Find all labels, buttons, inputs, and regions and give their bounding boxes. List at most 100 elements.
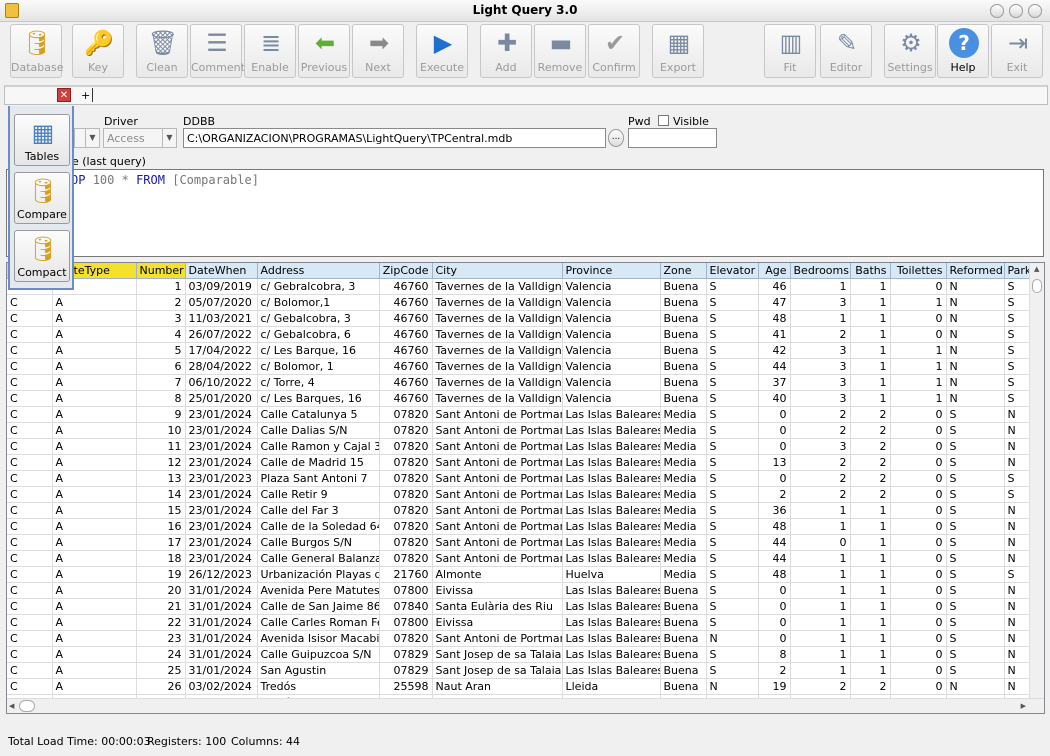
table-cell[interactable]: c/ Bolomor, 1 (257, 358, 380, 375)
table-cell[interactable]: 11/03/2021 (185, 310, 258, 327)
table-row[interactable]: CA1823/01/2024Calle General Balanzat 307… (7, 550, 1044, 567)
column-header[interactable]: Baths (850, 263, 891, 279)
table-cell[interactable]: Las Islas Baleares (562, 454, 661, 471)
table-cell[interactable]: 1 (790, 614, 851, 631)
table-cell[interactable]: Calle Ramon y Cajal 32 (257, 438, 380, 455)
table-cell[interactable]: 1 (850, 550, 891, 567)
table-cell[interactable]: 28/04/2022 (185, 358, 258, 375)
table-cell[interactable]: 44 (758, 358, 791, 375)
table-row[interactable]: C A 6 28/04/2022 c/ Bolomor, 1 46760 Tavernes … (7, 358, 1044, 375)
table-cell[interactable]: C (7, 598, 53, 615)
table-cell[interactable]: S (706, 534, 759, 551)
visible-checkbox[interactable] (658, 115, 669, 126)
table-row[interactable]: C A 5 17/04/2022 c/ Les Barque, 16 46760 Taver… (7, 342, 1044, 359)
table-cell[interactable]: 37 (758, 374, 791, 391)
table-cell[interactable]: 0 (890, 406, 947, 423)
table-cell[interactable]: N (946, 342, 1005, 359)
table-cell[interactable]: 31/01/2024 (185, 662, 258, 679)
table-cell[interactable]: A (52, 310, 137, 327)
table-cell[interactable]: 2 (136, 294, 186, 311)
column-header[interactable]: ZipCode (379, 263, 433, 279)
table-cell[interactable]: A (52, 518, 137, 535)
table-cell[interactable]: C (7, 486, 53, 503)
table-cell[interactable]: Sant Josep de sa Talaia (432, 646, 563, 663)
table-cell[interactable]: A (52, 598, 137, 615)
table-cell[interactable]: A (52, 566, 137, 583)
table-cell[interactable]: 17/04/2022 (185, 342, 258, 359)
table-cell[interactable]: 2 (790, 406, 851, 423)
close-tab-icon[interactable]: ✕ (57, 88, 71, 102)
table-cell[interactable]: Las Islas Baleares (562, 614, 661, 631)
column-header[interactable]: DateWhen (185, 263, 258, 279)
table-cell[interactable]: 07820 (379, 550, 433, 567)
table-cell[interactable]: Valencia (562, 294, 661, 311)
remove-button[interactable]: ▬ Remove (534, 24, 586, 78)
table-cell[interactable]: 7 (136, 374, 186, 391)
table-cell[interactable]: S (706, 454, 759, 471)
table-cell[interactable]: N (946, 326, 1005, 343)
table-cell[interactable]: 23/01/2024 (185, 406, 258, 423)
table-cell[interactable]: Sant Antoni de Portmany (432, 438, 563, 455)
table-cell[interactable]: S (706, 614, 759, 631)
table-cell[interactable]: C (7, 438, 53, 455)
table-cell[interactable]: 4 (136, 326, 186, 343)
table-cell[interactable]: 0 (758, 582, 791, 599)
table-cell[interactable]: A (52, 630, 137, 647)
table-cell[interactable]: S (706, 390, 759, 407)
table-cell[interactable]: 9 (136, 406, 186, 423)
table-cell[interactable]: Las Islas Baleares (562, 582, 661, 599)
table-cell[interactable]: S (946, 614, 1005, 631)
table-cell[interactable]: 0 (758, 406, 791, 423)
table-cell[interactable]: 25598 (379, 678, 433, 695)
table-cell[interactable]: 42 (758, 342, 791, 359)
table-cell[interactable]: Las Islas Baleares (562, 518, 661, 535)
table-cell[interactable]: Sant Antoni de Portmany (432, 454, 563, 471)
table-row[interactable]: CA1926/12/2023Urbanización Playas de l21… (7, 566, 1044, 583)
table-cell[interactable]: C (7, 326, 53, 343)
table-cell[interactable]: 31/01/2024 (185, 630, 258, 647)
table-cell[interactable]: 24 (136, 646, 186, 663)
table-cell[interactable]: A (52, 550, 137, 567)
table-cell[interactable]: Tavernes de la Valldigna (432, 390, 563, 407)
table-cell[interactable]: 07820 (379, 502, 433, 519)
table-cell[interactable]: C (7, 646, 53, 663)
table-cell[interactable]: San Agustin (257, 662, 380, 679)
table-cell[interactable]: S (706, 310, 759, 327)
table-cell[interactable]: Valencia (562, 278, 661, 295)
table-cell[interactable]: 0 (890, 310, 947, 327)
table-cell[interactable]: S (946, 598, 1005, 615)
table-cell[interactable]: 1 (850, 294, 891, 311)
table-cell[interactable]: 6 (136, 358, 186, 375)
table-cell[interactable]: Buena (660, 374, 707, 391)
table-cell[interactable]: 8 (136, 390, 186, 407)
table-cell[interactable]: Eivissa (432, 614, 563, 631)
provider-combo[interactable]: ▼ (74, 128, 100, 148)
table-cell[interactable]: 1 (136, 278, 186, 295)
column-header[interactable]: Toilettes (890, 263, 947, 279)
table-cell[interactable]: C (7, 630, 53, 647)
table-cell[interactable]: Las Islas Baleares (562, 534, 661, 551)
column-header[interactable]: Elevator (706, 263, 759, 279)
table-cell[interactable]: Calle de la Soledad 64 (257, 518, 380, 535)
table-cell[interactable]: Media (660, 454, 707, 471)
table-cell[interactable]: 0 (890, 582, 947, 599)
table-cell[interactable]: S (946, 454, 1005, 471)
table-cell[interactable]: 0 (758, 438, 791, 455)
table-cell[interactable]: C (7, 374, 53, 391)
table-cell[interactable]: 23/01/2024 (185, 518, 258, 535)
table-cell[interactable]: S (946, 518, 1005, 535)
table-cell[interactable]: A (52, 294, 137, 311)
table-cell[interactable]: 2 (850, 454, 891, 471)
table-cell[interactable]: Eivissa (432, 582, 563, 599)
table-cell[interactable]: 23/01/2024 (185, 438, 258, 455)
table-cell[interactable]: Las Islas Baleares (562, 438, 661, 455)
table-cell[interactable]: 1 (850, 390, 891, 407)
key-button[interactable]: 🔑 Key (72, 24, 124, 78)
table-cell[interactable]: 3 (136, 310, 186, 327)
database-button[interactable]: 🛢 Database (10, 24, 64, 78)
table-cell[interactable]: 31/01/2024 (185, 582, 258, 599)
vertical-scroll-thumb[interactable] (1032, 279, 1042, 293)
table-cell[interactable]: S (706, 502, 759, 519)
table-cell[interactable]: S (706, 470, 759, 487)
column-header[interactable]: Address (257, 263, 380, 279)
